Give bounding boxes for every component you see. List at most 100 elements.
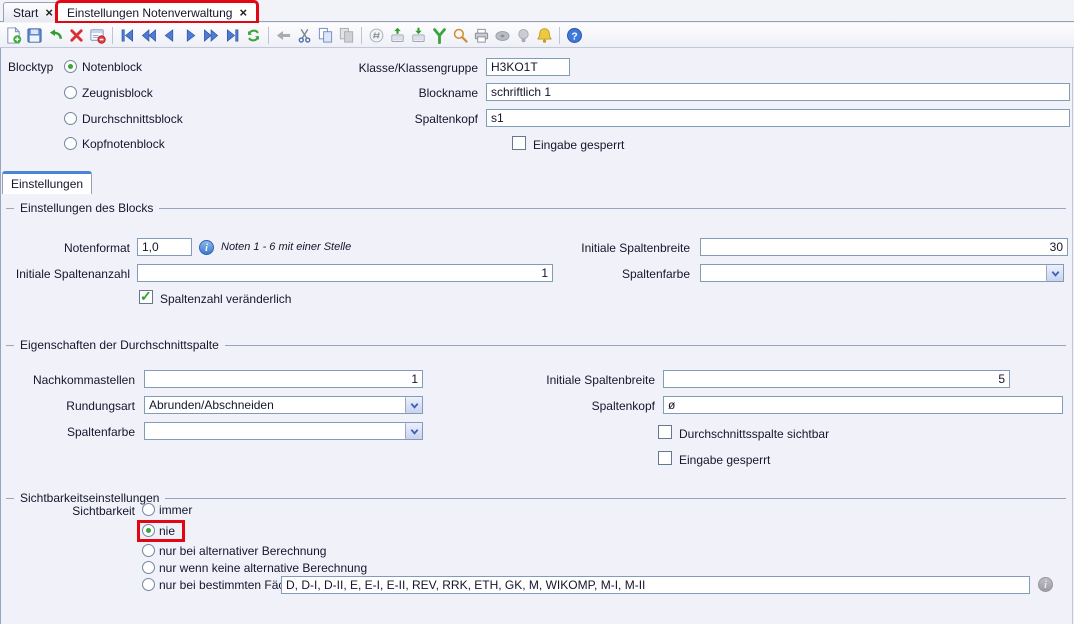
rundungsart-label: Rundungsart — [0, 398, 135, 414]
tab-start[interactable]: Start × — [3, 2, 63, 22]
paste-icon[interactable] — [336, 25, 357, 46]
cut-icon[interactable] — [294, 25, 315, 46]
group-line — [165, 498, 1066, 499]
numbers-icon[interactable] — [366, 25, 387, 46]
radio-nie-label[interactable]: nie — [159, 523, 175, 539]
radio-keine-alternative-label[interactable]: nur wenn keine alternative Berechnung — [159, 560, 367, 576]
nachkommastellen-label: Nachkommastellen — [0, 372, 135, 388]
durchschnittsspalte-sichtbar-checkbox[interactable]: ✓ — [658, 425, 672, 439]
nav-first-icon[interactable] — [117, 25, 138, 46]
check-icon: ✓ — [140, 288, 152, 305]
refresh-icon[interactable] — [243, 25, 264, 46]
info-icon-disabled: i — [1038, 577, 1053, 592]
help-icon[interactable]: ? — [564, 25, 585, 46]
nav-last-icon[interactable] — [222, 25, 243, 46]
toolbar: ? — [0, 23, 1074, 48]
group-dash — [6, 208, 14, 209]
toolbar-separator — [361, 27, 362, 44]
radio-notenblock[interactable] — [64, 60, 77, 73]
klasse-input[interactable] — [486, 58, 570, 76]
radio-alternative-berechnung[interactable] — [142, 544, 155, 557]
merge-icon[interactable] — [429, 25, 450, 46]
nav-fast-next-icon[interactable] — [201, 25, 222, 46]
avg-eingabe-gesperrt-label[interactable]: Eingabe gesperrt — [679, 452, 770, 468]
avg-spaltenfarbe-combo[interactable] — [144, 422, 423, 440]
spaltenzahl-veraenderlich-checkbox[interactable]: ✓ — [139, 290, 153, 304]
group-line — [159, 208, 1066, 209]
nav-prev-icon[interactable] — [159, 25, 180, 46]
eingabe-gesperrt-label[interactable]: Eingabe gesperrt — [533, 137, 624, 153]
tab-einstellungen-notenverwaltung[interactable]: Einstellungen Notenverwaltung × — [57, 2, 257, 22]
radio-kopfnotenblock-label[interactable]: Kopfnotenblock — [82, 136, 165, 152]
radio-bestimmte-faecher[interactable] — [142, 578, 155, 591]
tab-bar: Start × Einstellungen Notenverwaltung × — [0, 0, 1074, 22]
spaltenkopf-label: Spaltenkopf — [280, 111, 478, 127]
notenformat-input[interactable] — [137, 238, 192, 256]
radio-notenblock-label[interactable]: Notenblock — [82, 59, 142, 75]
initiale-spaltenbreite-input[interactable] — [700, 238, 1068, 256]
rundungsart-combo-value: Abrunden/Abschneiden — [145, 397, 405, 413]
durchschnittsspalte-sichtbar-label[interactable]: Durchschnittsspalte sichtbar — [679, 426, 829, 442]
group-avg-title: Eigenschaften der Durchschnittspalte — [20, 338, 219, 352]
back-arrow-icon[interactable] — [273, 25, 294, 46]
close-icon[interactable]: × — [45, 6, 53, 19]
radio-nie[interactable] — [142, 524, 155, 537]
chevron-down-icon[interactable] — [1046, 265, 1063, 281]
initiale-spaltenanzahl-label: Initiale Spaltenanzahl — [0, 266, 130, 282]
group-dash — [6, 345, 14, 346]
spaltenfarbe-combo[interactable] — [700, 264, 1064, 282]
bulb-icon[interactable] — [513, 25, 534, 46]
radio-immer[interactable] — [142, 503, 155, 516]
radio-immer-label[interactable]: immer — [159, 502, 192, 518]
radio-durchschnittsblock-label[interactable]: Durchschnittsblock — [82, 111, 183, 127]
disc-icon[interactable] — [492, 25, 513, 46]
copy-icon[interactable] — [315, 25, 336, 46]
radio-keine-alternative[interactable] — [142, 561, 155, 574]
chevron-down-icon[interactable] — [405, 423, 422, 439]
group-avg-header: Eigenschaften der Durchschnittspalte — [6, 338, 1066, 352]
avg-spaltenkopf-input[interactable] — [663, 396, 1063, 414]
avg-spaltenbreite-input[interactable] — [663, 370, 1010, 388]
eingabe-gesperrt-checkbox[interactable]: ✓ — [512, 136, 526, 150]
print-icon[interactable] — [471, 25, 492, 46]
blockname-input[interactable] — [486, 83, 1070, 101]
sichtbarkeit-label: Sichtbarkeit — [0, 503, 135, 519]
search-icon[interactable] — [450, 25, 471, 46]
spaltenkopf-input[interactable] — [486, 109, 1070, 127]
notenformat-hint: Noten 1 - 6 mit einer Stelle — [221, 241, 351, 253]
close-icon[interactable]: × — [239, 6, 247, 19]
rundungsart-combo[interactable]: Abrunden/Abschneiden — [144, 396, 423, 414]
group-dash — [6, 498, 14, 499]
tab-einstellungen-inner[interactable]: Einstellungen — [2, 171, 92, 194]
nav-next-icon[interactable] — [180, 25, 201, 46]
remove-record-icon[interactable] — [87, 25, 108, 46]
new-document-icon[interactable] — [3, 25, 24, 46]
inner-tab-label: Einstellungen — [11, 177, 83, 191]
radio-zeugnisblock[interactable] — [64, 86, 77, 99]
svg-text:?: ? — [571, 31, 577, 42]
export-icon[interactable] — [408, 25, 429, 46]
chevron-down-icon[interactable] — [405, 397, 422, 413]
toolbar-separator — [559, 27, 560, 44]
nachkommastellen-input[interactable] — [144, 370, 423, 388]
tab-settings-label: Einstellungen Notenverwaltung — [67, 6, 232, 20]
faecher-input[interactable] — [281, 576, 1030, 594]
delete-icon[interactable] — [66, 25, 87, 46]
info-icon: i — [199, 240, 214, 255]
radio-durchschnittsblock[interactable] — [64, 112, 77, 125]
import-icon[interactable] — [387, 25, 408, 46]
toolbar-separator — [268, 27, 269, 44]
nav-fast-prev-icon[interactable] — [138, 25, 159, 46]
blocktyp-label: Blocktyp — [8, 59, 53, 75]
spaltenzahl-veraenderlich-label[interactable]: Spaltenzahl veränderlich — [160, 291, 291, 307]
initiale-spaltenbreite-label: Initiale Spaltenbreite — [490, 240, 690, 256]
radio-zeugnisblock-label[interactable]: Zeugnisblock — [82, 85, 153, 101]
blockname-label: Blockname — [280, 85, 478, 101]
bell-icon[interactable] — [534, 25, 555, 46]
radio-alternative-berechnung-label[interactable]: nur bei alternativer Berechnung — [159, 543, 326, 559]
radio-kopfnotenblock[interactable] — [64, 137, 77, 150]
undo-icon[interactable] — [45, 25, 66, 46]
save-icon[interactable] — [24, 25, 45, 46]
avg-eingabe-gesperrt-checkbox[interactable]: ✓ — [658, 451, 672, 465]
group-block-settings-title: Einstellungen des Blocks — [20, 201, 153, 215]
